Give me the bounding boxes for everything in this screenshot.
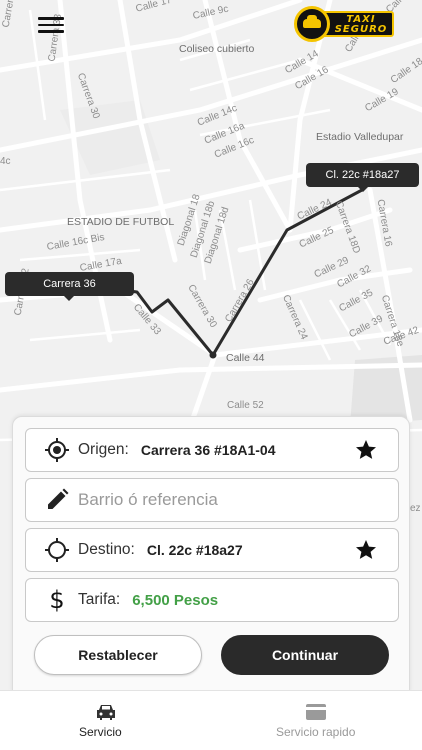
origin-field[interactable]: Origen: Carrera 36 #18A1-04 [25,428,399,472]
tab-servicio-rapido[interactable]: Servicio rapido [211,691,422,750]
reference-field[interactable] [25,478,399,522]
map-label: 4c [0,156,11,167]
star-icon[interactable] [354,438,378,462]
crosshair-icon [44,537,70,563]
origin-label: Origen: [78,441,129,458]
map-label: ESTADIO DE FUTBOL [67,216,175,228]
reset-button[interactable]: Restablecer [34,635,202,675]
dollar-icon: $ [49,586,65,614]
star-icon[interactable] [354,538,378,562]
hamburger-icon[interactable] [38,14,64,34]
destination-field[interactable]: Destino: Cl. 22c #18a27 [25,528,399,572]
map-label: ez [410,503,421,514]
tab-servicio-label: Servicio [79,725,122,739]
card-icon [305,703,327,726]
taxi-icon [294,6,330,42]
fare-field: $ Tarifa: 6,500 Pesos [25,578,399,622]
reference-input[interactable] [78,490,368,510]
continue-button[interactable]: Continuar [221,635,389,675]
origin-marker[interactable]: Carrera 36 [5,272,134,301]
map-label: Calle 44 [226,352,265,364]
destination-label: Destino: [78,541,135,558]
crosshair-filled-icon [44,437,70,463]
fare-value: 6,500 Pesos [132,591,219,609]
origin-value: Carrera 36 #18A1-04 [140,442,276,458]
map-label: Calle 52 [227,400,264,411]
map-label: Estadio Valledupar [316,131,404,143]
trip-form-panel: Origen: Carrera 36 #18A1-04 Destino: Cl.… [12,416,410,694]
tab-servicio[interactable]: Servicio [0,691,211,750]
taxi-seguro-logo: TAXI SEGURO [294,6,396,42]
tab-servicio-rapido-label: Servicio rapido [276,725,356,739]
destination-value: Cl. 22c #18a27 [146,542,243,558]
fare-label: Tarifa: [78,591,121,608]
logo-text: TAXI SEGURO [320,11,394,37]
map-label: Coliseo cubierto [179,43,255,55]
pencil-icon [44,487,70,513]
car-icon [95,703,117,726]
destination-marker[interactable]: Cl. 22c #18a27 [306,163,419,192]
bottom-nav: Servicio Servicio rapido [0,690,422,750]
